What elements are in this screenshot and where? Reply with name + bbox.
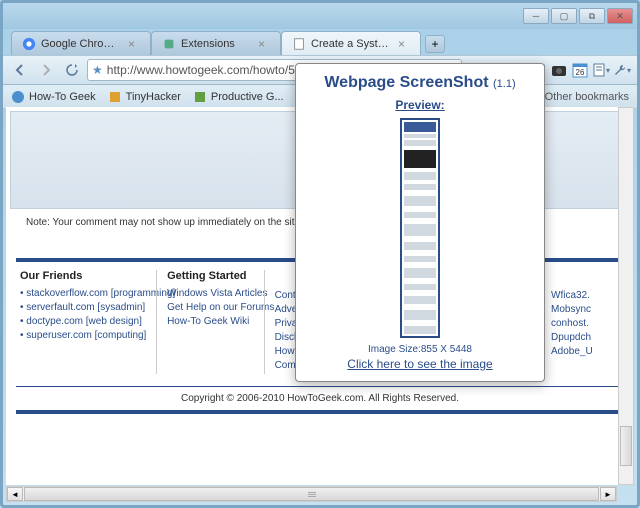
image-size-text: Image Size:855 X 5448	[306, 344, 534, 355]
new-tab-button[interactable]: +	[425, 35, 445, 53]
favicon-icon	[108, 90, 122, 104]
horizontal-scrollbar[interactable]: ◄ ►	[6, 486, 617, 502]
tab-google-chrome[interactable]: Google Chrome ... ×	[11, 31, 151, 55]
footer-link[interactable]: Wfica32.	[551, 290, 620, 301]
tab-extensions[interactable]: Extensions ×	[151, 31, 281, 55]
back-button[interactable]	[9, 59, 31, 81]
preview-label: Preview:	[306, 98, 534, 112]
tab-label: Google Chrome ...	[41, 38, 123, 50]
footer-link[interactable]: superuser.com [computing]	[20, 330, 148, 341]
copyright: Copyright © 2006-2010 HowToGeek.com. All…	[16, 386, 624, 414]
tab-close-icon[interactable]: ×	[398, 38, 410, 50]
see-image-link[interactable]: Click here to see the image	[306, 357, 534, 371]
footer-col-getting-started: Getting Started Windows Vista ArticlesGe…	[156, 270, 256, 374]
forward-button[interactable]	[35, 59, 57, 81]
popup-title: Webpage ScreenShot (1.1)	[306, 74, 534, 92]
favicon-icon	[193, 90, 207, 104]
footer-link[interactable]: serverfault.com [sysadmin]	[20, 302, 148, 313]
footer-link[interactable]: conhost.	[551, 318, 620, 329]
page-menu-icon[interactable]: ▾	[592, 61, 610, 79]
footer-link[interactable]: doctype.com [web design]	[20, 316, 148, 327]
preview-thumbnail[interactable]	[400, 118, 440, 338]
tab-label: Create a System ...	[311, 38, 393, 50]
footer-link[interactable]: stackoverflow.com [programming]	[20, 288, 148, 299]
scroll-right-button[interactable]: ►	[600, 487, 616, 501]
tab-close-icon[interactable]: ×	[258, 38, 270, 50]
footer-link[interactable]: How-To Geek Wiki	[167, 316, 256, 327]
footer-link[interactable]: Windows Vista Articles	[167, 288, 256, 299]
camera-icon[interactable]	[550, 61, 568, 79]
chrome-icon	[22, 37, 36, 51]
calendar-icon[interactable]: 26	[571, 61, 589, 79]
scrollbar-thumb[interactable]	[24, 487, 599, 501]
bookmark-productive[interactable]: Productive G...	[193, 90, 284, 104]
wrench-icon[interactable]: ▾	[613, 61, 631, 79]
reload-button[interactable]	[61, 59, 83, 81]
tab-create-system[interactable]: Create a System ... ×	[281, 31, 421, 55]
puzzle-icon	[162, 37, 176, 51]
scroll-left-button[interactable]: ◄	[7, 487, 23, 501]
maximize-button[interactable]: ▢	[551, 8, 577, 24]
favicon-icon	[11, 90, 25, 104]
page-icon	[292, 37, 306, 51]
svg-text:26: 26	[576, 68, 585, 77]
bookmark-star-icon[interactable]: ★	[92, 63, 103, 77]
scrollbar-thumb[interactable]	[620, 426, 632, 466]
tab-close-icon[interactable]: ×	[128, 38, 140, 50]
footer-col-friends: Our Friends stackoverflow.com [programmi…	[20, 270, 148, 374]
footer-link[interactable]: Adobe_U	[551, 346, 620, 357]
close-button[interactable]: ✕	[607, 8, 633, 24]
window-titlebar: ─ ▢ ⧉ ✕	[3, 3, 637, 29]
bookmark-howtogeek[interactable]: How-To Geek	[11, 90, 96, 104]
footer-link[interactable]: Get Help on our Forums	[167, 302, 256, 313]
tab-strip: Google Chrome ... × Extensions × Create …	[3, 29, 637, 55]
other-bookmarks[interactable]: » Other bookmarks	[535, 91, 629, 103]
footer-link[interactable]: Mobsync	[551, 304, 620, 315]
window-controls: ─ ▢ ⧉ ✕	[523, 8, 633, 24]
vertical-scrollbar[interactable]	[618, 107, 634, 485]
tab-label: Extensions	[181, 38, 253, 50]
minimize-button[interactable]: ─	[523, 8, 549, 24]
screenshot-popup: Webpage ScreenShot (1.1) Preview: Image …	[295, 63, 545, 382]
restore-button[interactable]: ⧉	[579, 8, 605, 24]
footer-col-processes3: Wfica32. Mobsync conhost. Dpupdch Adobe_U	[540, 270, 620, 374]
bookmark-tinyhacker[interactable]: TinyHacker	[108, 90, 181, 104]
footer-link[interactable]: Dpupdch	[551, 332, 620, 343]
